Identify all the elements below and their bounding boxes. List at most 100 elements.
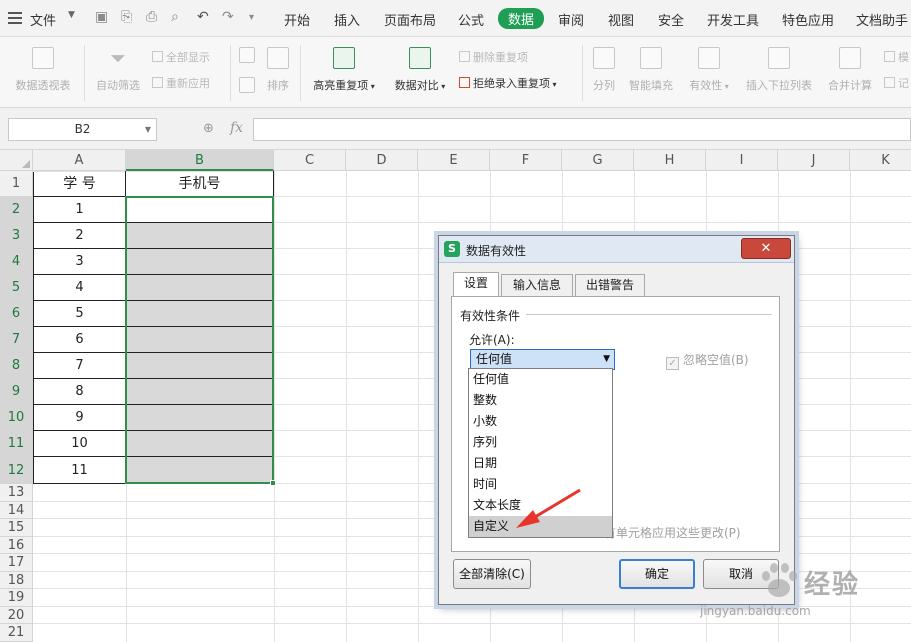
- dropdown-option[interactable]: 任何值: [469, 369, 612, 390]
- print-preview-icon[interactable]: ⌕: [171, 9, 179, 25]
- function-icon[interactable]: fx: [230, 120, 243, 136]
- validity-button[interactable]: 有效性 ▾: [686, 47, 732, 93]
- column-header-d[interactable]: D: [346, 150, 418, 171]
- cell-a1[interactable]: 学 号: [34, 171, 126, 197]
- column-header-a[interactable]: A: [33, 150, 126, 171]
- allow-select[interactable]: 任何值 ▼: [470, 349, 615, 370]
- tab-doc-assistant[interactable]: 文档助手: [856, 10, 908, 29]
- fill-handle[interactable]: [270, 480, 276, 486]
- insert-dropdown-list-button[interactable]: 插入下拉列表: [743, 47, 815, 93]
- row-header[interactable]: 8: [0, 353, 33, 379]
- cell-a3[interactable]: 2: [34, 223, 126, 249]
- row-header[interactable]: 11: [0, 431, 33, 457]
- row-header[interactable]: 4: [0, 249, 33, 275]
- pivot-table-button[interactable]: 数据透视表: [12, 47, 74, 93]
- row-header[interactable]: 14: [0, 501, 33, 519]
- row-header[interactable]: 17: [0, 554, 33, 572]
- dropdown-option[interactable]: 日期: [469, 453, 612, 474]
- row-header[interactable]: 15: [0, 519, 33, 537]
- save-icon[interactable]: ▣: [95, 9, 108, 25]
- clear-all-button[interactable]: 全部清除(C): [453, 559, 531, 589]
- show-all-button[interactable]: 全部显示: [152, 49, 210, 65]
- cell-a10[interactable]: 9: [34, 405, 126, 431]
- tab-special-apps[interactable]: 特色应用: [782, 10, 834, 29]
- split-column-button[interactable]: 分列: [590, 47, 618, 93]
- cell-a12[interactable]: 11: [34, 457, 126, 484]
- menu-icon[interactable]: [8, 12, 22, 24]
- tab-insert[interactable]: 插入: [334, 10, 360, 29]
- cell-a11[interactable]: 10: [34, 431, 126, 457]
- tab-error-alert[interactable]: 出错警告: [575, 274, 645, 296]
- chevron-down-icon[interactable]: ▼: [68, 10, 75, 20]
- formula-input[interactable]: [253, 118, 911, 141]
- column-header-e[interactable]: E: [418, 150, 490, 171]
- cell-a4[interactable]: 3: [34, 249, 126, 275]
- autofilter-button[interactable]: ⏷ 自动筛选: [93, 47, 143, 93]
- row-header[interactable]: 13: [0, 484, 33, 502]
- column-header-h[interactable]: H: [634, 150, 706, 171]
- sort-desc-button[interactable]: [238, 77, 256, 101]
- row-header[interactable]: 16: [0, 536, 33, 554]
- apply-to-all-label[interactable]: 有单元格应用这些更改(P): [604, 524, 741, 541]
- column-header-j[interactable]: J: [778, 150, 850, 171]
- smart-fill-button[interactable]: 智能填充: [626, 47, 676, 93]
- delete-duplicates-button[interactable]: 删除重复项: [459, 49, 528, 65]
- ok-button[interactable]: 确定: [619, 559, 695, 589]
- merge-calculation-button[interactable]: 合并计算: [826, 47, 874, 93]
- sort-asc-button[interactable]: [238, 47, 256, 71]
- dropdown-option[interactable]: 小数: [469, 411, 612, 432]
- redo-icon[interactable]: ↷: [222, 9, 234, 25]
- tab-developer[interactable]: 开发工具: [707, 10, 759, 29]
- undo-icon[interactable]: ↶: [197, 9, 209, 25]
- close-button[interactable]: ✕: [741, 238, 791, 259]
- row-header[interactable]: 7: [0, 327, 33, 353]
- dropdown-option[interactable]: 文本长度: [469, 495, 612, 516]
- print-icon[interactable]: ⎙: [146, 9, 157, 25]
- sort-button[interactable]: 排序: [264, 47, 292, 93]
- zoom-icon[interactable]: ⊕: [203, 121, 214, 136]
- data-compare-button[interactable]: 数据对比 ▾: [390, 47, 450, 93]
- tab-security[interactable]: 安全: [658, 10, 684, 29]
- customize-toolbar-icon[interactable]: ▾: [249, 12, 254, 23]
- row-header[interactable]: 9: [0, 379, 33, 405]
- row-header[interactable]: 3: [0, 223, 33, 249]
- reapply-button[interactable]: 重新应用: [152, 75, 210, 91]
- row-header[interactable]: 6: [0, 301, 33, 327]
- column-header-b[interactable]: B: [126, 150, 274, 171]
- cell-a9[interactable]: 8: [34, 379, 126, 405]
- row-header[interactable]: 2: [0, 197, 33, 223]
- row-header[interactable]: 5: [0, 275, 33, 301]
- export-icon[interactable]: ⎘: [121, 9, 132, 25]
- cell-b1[interactable]: 手机号: [126, 171, 274, 197]
- column-header-f[interactable]: F: [490, 150, 562, 171]
- row-header[interactable]: 18: [0, 571, 33, 589]
- file-menu[interactable]: 文件: [30, 10, 56, 29]
- tab-home[interactable]: 开始: [284, 10, 310, 29]
- column-header-i[interactable]: I: [706, 150, 778, 171]
- record-button[interactable]: 记: [884, 75, 909, 91]
- row-header[interactable]: 21: [0, 624, 33, 642]
- cell-a2[interactable]: 1: [34, 197, 126, 223]
- reject-duplicates-button[interactable]: 拒绝录入重复项 ▾: [459, 75, 557, 91]
- cell-a6[interactable]: 5: [34, 301, 126, 327]
- dropdown-option[interactable]: 时间: [469, 474, 612, 495]
- tab-data[interactable]: 数据: [498, 8, 545, 29]
- row-header[interactable]: 20: [0, 606, 33, 624]
- tab-review[interactable]: 审阅: [558, 10, 584, 29]
- highlight-duplicates-button[interactable]: 高亮重复项 ▾: [309, 47, 379, 93]
- row-header[interactable]: 19: [0, 589, 33, 607]
- tab-settings[interactable]: 设置: [453, 272, 499, 297]
- column-header-c[interactable]: C: [274, 150, 346, 171]
- tab-page-layout[interactable]: 页面布局: [384, 10, 436, 29]
- name-box[interactable]: B2 ▼: [8, 118, 157, 141]
- tab-formulas[interactable]: 公式: [458, 10, 484, 29]
- dropdown-option[interactable]: 序列: [469, 432, 612, 453]
- ignore-blank-checkbox[interactable]: ✓ 忽略空值(B): [666, 351, 749, 370]
- row-header[interactable]: 10: [0, 405, 33, 431]
- dropdown-option[interactable]: 整数: [469, 390, 612, 411]
- column-header-g[interactable]: G: [562, 150, 634, 171]
- column-header-k[interactable]: K: [850, 150, 911, 171]
- tab-view[interactable]: 视图: [608, 10, 634, 29]
- chevron-down-icon[interactable]: ▼: [603, 350, 610, 369]
- dropdown-option-custom[interactable]: 自定义: [469, 516, 612, 537]
